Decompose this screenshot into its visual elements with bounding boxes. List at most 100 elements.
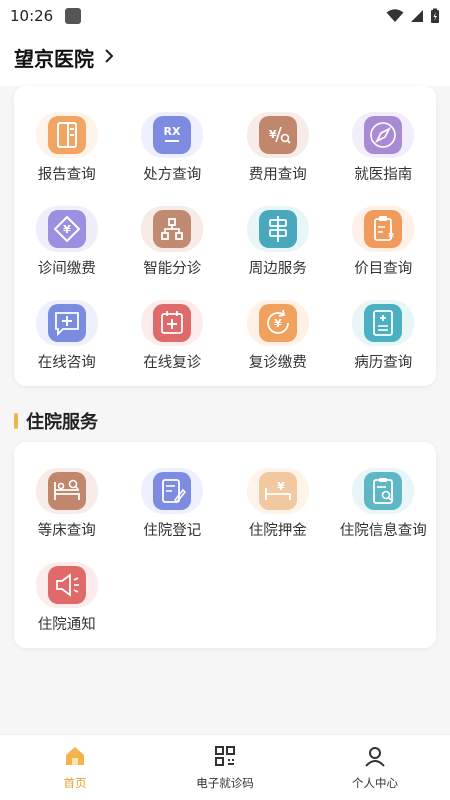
battery-icon xyxy=(431,8,439,23)
chat-plus-icon xyxy=(47,304,86,342)
signal-icon xyxy=(411,10,423,22)
icon-halo xyxy=(246,206,309,252)
svg-text:¥: ¥ xyxy=(274,317,282,330)
tab-qr-code[interactable]: 电子就诊码 xyxy=(150,735,300,800)
deposit-icon: ¥ xyxy=(258,472,297,510)
svg-text:¥: ¥ xyxy=(63,223,71,236)
qr-code-icon xyxy=(213,744,237,772)
icon-halo xyxy=(352,112,415,158)
inpatient-item[interactable]: 住院通知 xyxy=(14,540,120,634)
notification-icon xyxy=(65,8,82,24)
service-label: 报告查询 xyxy=(37,167,96,183)
service-label: 在线咨询 xyxy=(37,355,96,371)
inpatient-item[interactable]: 住院登记 xyxy=(120,446,226,540)
icon-halo xyxy=(141,206,204,252)
service-item[interactable]: 智能分诊 xyxy=(120,184,226,278)
inpatient-item[interactable]: 等床查询 xyxy=(14,446,120,540)
icon-halo xyxy=(35,562,98,608)
payment-icon: ¥ xyxy=(47,210,86,248)
user-icon xyxy=(363,744,387,772)
services-card: 报告查询 RX 处方查询 ¥ 费用查询 就医指南 ¥ 诊间缴费 智能分诊 周边服务 ¥ 价目查询在线咨… xyxy=(14,86,436,386)
inpatient-card: 等床查询 住院登记 ¥ 住院押金 住院信息查询住院通知 xyxy=(14,442,436,648)
icon-halo xyxy=(352,300,415,346)
service-label: 病历查询 xyxy=(354,355,413,371)
revisit-payment-icon: ¥ xyxy=(258,304,297,342)
tab-home[interactable]: 首页 xyxy=(0,735,150,800)
status-icons xyxy=(386,8,440,24)
hospital-name: 望京医院 xyxy=(14,46,94,71)
medical-record-icon xyxy=(364,304,403,342)
inpatient-item[interactable]: ¥ 住院押金 xyxy=(225,446,331,540)
icon-halo xyxy=(141,300,204,346)
service-label: 复诊缴费 xyxy=(248,355,307,371)
chevron-right-icon xyxy=(104,47,114,68)
inpatient-item[interactable]: 住院信息查询 xyxy=(331,446,437,540)
service-item[interactable]: 在线咨询 xyxy=(14,278,120,372)
prescription-icon: RX xyxy=(153,116,192,154)
tab-label: 首页 xyxy=(63,776,87,790)
service-label: 周边服务 xyxy=(248,261,307,277)
tab-label: 个人中心 xyxy=(352,776,398,790)
icon-halo: ¥ xyxy=(246,300,309,346)
section-accent-bar xyxy=(14,413,18,429)
compass-icon xyxy=(364,116,403,154)
service-item[interactable]: RX 处方查询 xyxy=(120,90,226,184)
icon-halo xyxy=(35,468,98,514)
service-label: 在线复诊 xyxy=(143,355,202,371)
report-icon xyxy=(47,116,86,154)
service-item[interactable]: ¥ 价目查询 xyxy=(331,184,437,278)
inpatient-label: 等床查询 xyxy=(37,523,96,539)
inpatient-label: 住院信息查询 xyxy=(339,523,427,539)
service-item[interactable]: 病历查询 xyxy=(331,278,437,372)
icon-halo xyxy=(352,468,415,514)
icon-halo xyxy=(35,112,98,158)
revisit-icon xyxy=(153,304,192,342)
service-label: 就医指南 xyxy=(354,167,413,183)
service-item[interactable]: 就医指南 xyxy=(331,90,437,184)
fee-icon: ¥ xyxy=(258,116,297,154)
signpost-icon xyxy=(258,210,297,248)
tab-label: 电子就诊码 xyxy=(196,776,254,790)
service-item[interactable]: ¥ 复诊缴费 xyxy=(225,278,331,372)
service-item[interactable]: 周边服务 xyxy=(225,184,331,278)
inpatient-info-icon xyxy=(364,472,403,510)
svg-text:¥: ¥ xyxy=(277,480,285,493)
service-item[interactable]: 在线复诊 xyxy=(120,278,226,372)
wifi-icon xyxy=(386,9,404,22)
bottom-tab-bar: 首页 电子就诊码 个人中心 xyxy=(0,734,450,800)
price-list-icon: ¥ xyxy=(364,210,403,248)
triage-icon xyxy=(153,210,192,248)
icon-halo: RX xyxy=(141,112,204,158)
status-time: 10:26 xyxy=(10,7,54,25)
register-icon xyxy=(153,472,192,510)
service-label: 处方查询 xyxy=(143,167,202,183)
service-item[interactable]: ¥ 费用查询 xyxy=(225,90,331,184)
status-bar: 10:26 xyxy=(0,0,450,32)
icon-halo: ¥ xyxy=(35,206,98,252)
icon-halo xyxy=(35,300,98,346)
bed-wait-icon xyxy=(47,472,86,510)
inpatient-label: 住院押金 xyxy=(248,523,307,539)
svg-text:RX: RX xyxy=(164,125,181,138)
inpatient-title: 住院服务 xyxy=(26,412,98,433)
services-grid: 报告查询 RX 处方查询 ¥ 费用查询 就医指南 ¥ 诊间缴费 智能分诊 周边服务 ¥ 价目查询在线咨… xyxy=(14,90,436,372)
hospital-header[interactable]: 望京医院 xyxy=(0,32,450,82)
svg-text:¥: ¥ xyxy=(388,232,394,241)
icon-halo: ¥ xyxy=(246,468,309,514)
service-label: 价目查询 xyxy=(354,261,413,277)
service-label: 智能分诊 xyxy=(143,261,202,277)
inpatient-grid: 等床查询 住院登记 ¥ 住院押金 住院信息查询住院通知 xyxy=(14,446,436,634)
service-label: 诊间缴费 xyxy=(37,261,96,277)
icon-halo: ¥ xyxy=(246,112,309,158)
home-icon xyxy=(63,744,87,772)
inpatient-section-title: 住院服务 xyxy=(0,400,450,442)
service-item[interactable]: 报告查询 xyxy=(14,90,120,184)
inpatient-label: 住院通知 xyxy=(37,617,96,633)
service-label: 费用查询 xyxy=(248,167,307,183)
notice-icon xyxy=(47,566,86,604)
inpatient-label: 住院登记 xyxy=(143,523,202,539)
service-item[interactable]: ¥ 诊间缴费 xyxy=(14,184,120,278)
tab-user[interactable]: 个人中心 xyxy=(300,735,450,800)
icon-halo xyxy=(141,468,204,514)
icon-halo: ¥ xyxy=(352,206,415,252)
